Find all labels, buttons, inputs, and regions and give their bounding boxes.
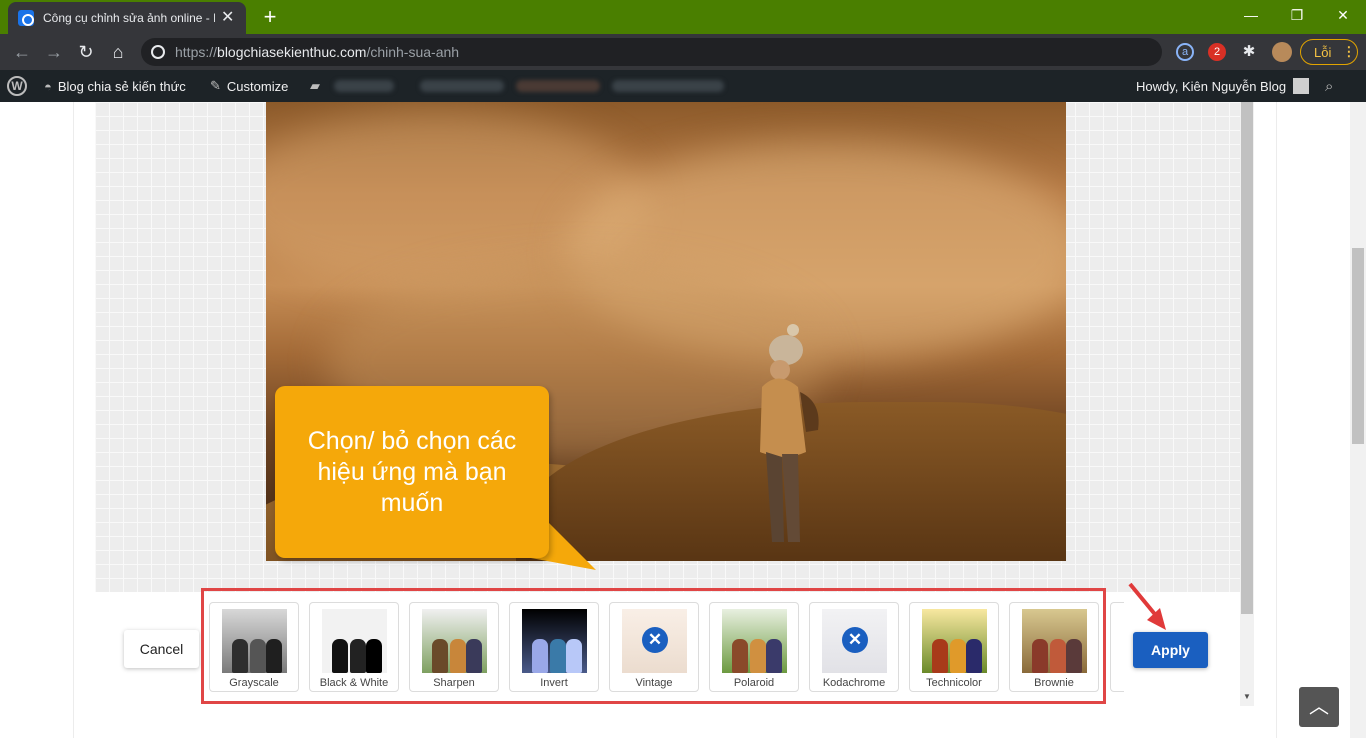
avatar[interactable] (1272, 42, 1292, 62)
filter-next-partial[interactable] (1110, 602, 1124, 692)
blurred-menu (516, 80, 600, 92)
browser-tab[interactable]: Công cụ chỉnh sửa ảnh online - E ✕ (8, 2, 246, 34)
dashboard-icon: ◓ (44, 78, 52, 94)
wp-customize-link[interactable]: ✎ Customize (210, 70, 288, 102)
puzzle-icon[interactable]: ✱ (1240, 43, 1258, 61)
avatar (1293, 78, 1310, 94)
search-icon[interactable]: ⌕ (1325, 70, 1333, 102)
profile-error-button[interactable]: Lỗi ⋮ (1300, 39, 1358, 65)
page-scroll-thumb[interactable] (1352, 248, 1364, 444)
tab-close-icon[interactable]: ✕ (221, 10, 234, 26)
editor-scroll-thumb[interactable] (1241, 102, 1253, 614)
wp-admin-bar: W ◓ Blog chia sẻ kiến thức ✎ Customize ▰… (0, 70, 1366, 102)
cancel-button[interactable]: Cancel (124, 630, 199, 668)
apply-button[interactable]: Apply (1133, 632, 1208, 668)
back-to-top-button[interactable]: ︿ (1299, 687, 1339, 727)
annotation-callout: Chọn/ bỏ chọn các hiệu ứng mà bạn muốn (275, 386, 549, 558)
minimize-button[interactable]: — (1228, 4, 1274, 28)
globe-icon (151, 45, 165, 59)
scroll-down-icon[interactable]: ▼ (1240, 690, 1254, 704)
new-tab-button[interactable]: + (258, 6, 282, 30)
back-arrow-icon[interactable]: ← (10, 40, 34, 64)
url-text: https://blogchiasekienthuc.com/chinh-sua… (175, 44, 460, 60)
blurred-menu (420, 80, 504, 92)
blurred-menu (612, 80, 724, 92)
extension-a-icon[interactable]: a (1176, 43, 1194, 61)
forward-arrow-icon[interactable]: → (42, 40, 66, 64)
highlight-box (201, 588, 1106, 704)
wordpress-icon[interactable]: W (7, 70, 27, 102)
home-icon[interactable]: ⌂ (106, 40, 130, 64)
blurred-menu (334, 80, 394, 92)
brush-icon: ✎ (210, 78, 221, 93)
favicon-icon (18, 10, 34, 26)
restore-button[interactable]: ❐ (1274, 4, 1320, 28)
comment-icon[interactable]: ▰ (310, 70, 320, 102)
extension-badge-icon[interactable]: 2 (1208, 43, 1226, 61)
chevron-up-icon: ︿ (1309, 696, 1329, 718)
wp-account-menu[interactable]: Howdy, Kiên Nguyễn Blog (1136, 70, 1310, 102)
close-window-button[interactable]: ✕ (1320, 4, 1366, 28)
browser-toolbar: ← → ↻ ⌂ https://blogchiasekienthuc.com/c… (0, 34, 1366, 70)
reload-icon[interactable]: ↻ (74, 40, 98, 64)
tab-title: Công cụ chỉnh sửa ảnh online - E (43, 11, 215, 25)
wp-site-link[interactable]: ◓ Blog chia sẻ kiến thức (44, 70, 186, 102)
browser-titlebar: Công cụ chỉnh sửa ảnh online - E ✕ + — ❐… (0, 0, 1366, 34)
address-bar[interactable]: https://blogchiasekienthuc.com/chinh-sua… (141, 38, 1162, 66)
